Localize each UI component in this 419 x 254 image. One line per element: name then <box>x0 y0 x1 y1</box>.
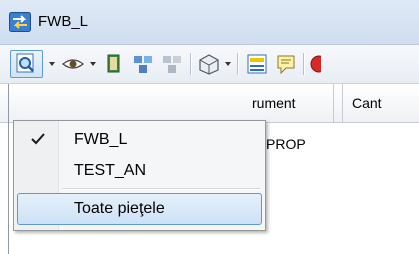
grid-header: rument Cant <box>0 84 419 123</box>
grid-left-border <box>8 84 9 254</box>
view-filter-dropdown-arrow[interactable] <box>49 62 55 66</box>
toolbar <box>0 45 419 84</box>
menu-item-all-markets[interactable]: Toate pieţele <box>17 193 262 225</box>
toolbar-separator <box>190 53 191 75</box>
menu-item-test-an[interactable]: TEST_AN <box>17 155 262 187</box>
stop-icon[interactable] <box>307 52 321 76</box>
eye-dropdown-arrow[interactable] <box>90 62 96 66</box>
toolbar-separator <box>303 53 304 75</box>
portfolio-disabled-icon <box>163 56 181 73</box>
chart-layout-icon[interactable] <box>246 52 268 76</box>
workspace-icon[interactable] <box>197 52 221 76</box>
market-dropdown-menu: FWB_L TEST_AN Toate pieţele <box>13 120 266 231</box>
window-title: FWB_L <box>38 13 89 30</box>
menu-item-label: FWB_L <box>74 131 128 148</box>
portfolio-icon[interactable] <box>132 52 154 76</box>
app-arrows-icon <box>9 12 31 32</box>
menu-item-label: Toate pieţele <box>74 200 165 217</box>
toolbar-separator <box>237 53 238 75</box>
check-icon <box>31 133 45 145</box>
notes-icon[interactable] <box>275 52 297 76</box>
eye-icon[interactable] <box>61 52 85 76</box>
column-header-instrument[interactable]: rument <box>252 95 296 111</box>
menu-item-label: TEST_AN <box>74 162 147 179</box>
book-icon[interactable] <box>104 52 124 76</box>
column-divider[interactable] <box>333 84 334 122</box>
column-header-quantity[interactable]: Cant <box>352 95 382 111</box>
main-window: FWB_L rument Cant PROP FWB_L TEST_AN Toa… <box>0 0 419 254</box>
menu-item-fwb-l[interactable]: FWB_L <box>17 124 262 156</box>
workspace-dropdown-arrow[interactable] <box>225 62 231 66</box>
grid-cell-instrument[interactable]: PROP <box>266 136 306 152</box>
view-filter-icon <box>16 53 34 73</box>
menu-separator <box>62 188 260 189</box>
column-divider[interactable] <box>342 84 343 122</box>
title-bar: FWB_L <box>0 0 419 45</box>
